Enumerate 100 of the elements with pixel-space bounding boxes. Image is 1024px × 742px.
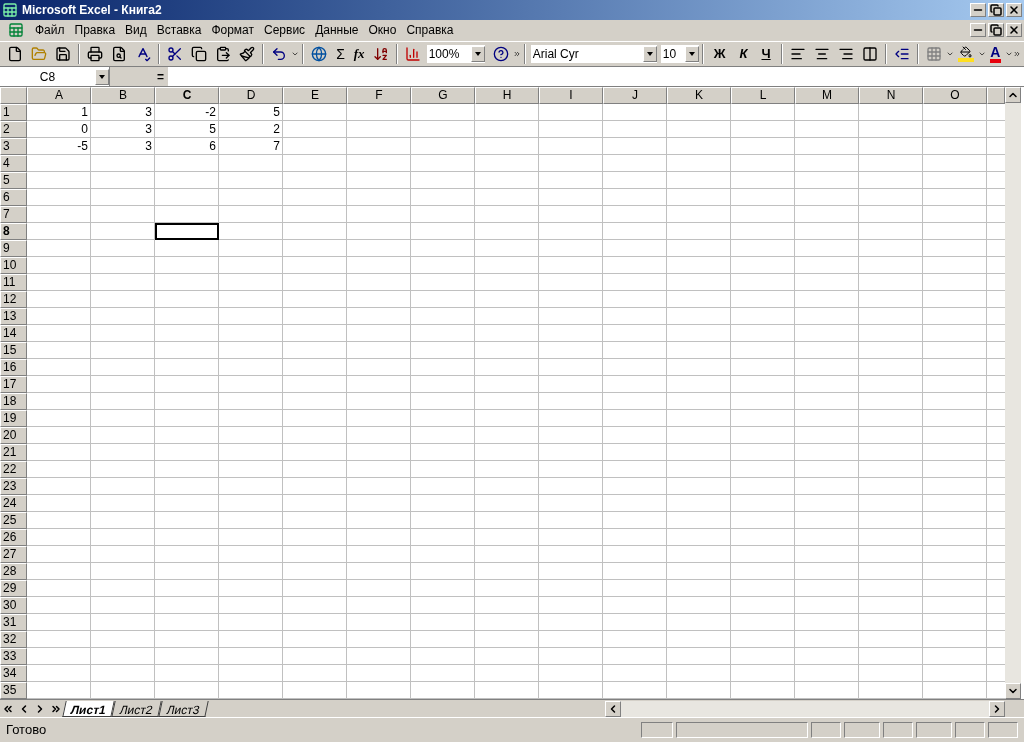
- row-header[interactable]: 3: [0, 138, 27, 156]
- menu-item[interactable]: Правка: [69, 21, 121, 40]
- sum-button[interactable]: Σ: [331, 43, 350, 65]
- sort-icon[interactable]: [372, 46, 389, 63]
- menu-item[interactable]: Данные: [310, 21, 364, 40]
- workbook-icon[interactable]: [8, 22, 24, 39]
- minimize-button[interactable]: [970, 23, 986, 38]
- globe-icon[interactable]: [311, 46, 328, 63]
- row-header[interactable]: 25: [0, 512, 27, 530]
- row-header[interactable]: 18: [0, 393, 27, 411]
- scroll-right-button[interactable]: [989, 700, 1005, 717]
- bold-button[interactable]: Ж: [706, 44, 733, 64]
- menu-item[interactable]: Файл: [30, 21, 70, 40]
- column-header[interactable]: G: [411, 87, 475, 105]
- row-header[interactable]: 23: [0, 478, 27, 496]
- menu-item[interactable]: Формат: [206, 21, 260, 40]
- column-header[interactable]: K: [667, 87, 731, 105]
- row-header[interactable]: 6: [0, 189, 27, 207]
- row-header[interactable]: 12: [0, 291, 27, 309]
- zoom-dropdown[interactable]: 100%: [426, 45, 485, 64]
- menu-item[interactable]: Справка: [401, 21, 459, 40]
- column-header[interactable]: M: [795, 87, 859, 105]
- select-all-corner[interactable]: [0, 87, 27, 105]
- function-icon[interactable]: fx: [349, 44, 369, 64]
- font-dropdown[interactable]: Arial Cyr: [530, 45, 657, 64]
- row-header[interactable]: 32: [0, 631, 27, 649]
- save-icon[interactable]: [55, 46, 71, 63]
- row-header[interactable]: 9: [0, 240, 27, 258]
- row-header[interactable]: 5: [0, 172, 27, 190]
- row-header[interactable]: 34: [0, 665, 27, 683]
- chart-icon[interactable]: [404, 46, 421, 63]
- row-header[interactable]: 16: [0, 359, 27, 377]
- print-preview-icon[interactable]: [111, 46, 127, 63]
- row-header[interactable]: 15: [0, 342, 27, 360]
- italic-button[interactable]: К: [732, 44, 755, 64]
- underline-button[interactable]: Ч: [754, 44, 778, 64]
- restore-button[interactable]: [988, 23, 1004, 38]
- sheet-tab[interactable]: Лист2: [111, 700, 162, 717]
- row-header[interactable]: 11: [0, 274, 27, 292]
- row-header[interactable]: 17: [0, 376, 27, 394]
- row-header[interactable]: 2: [0, 121, 27, 139]
- column-header[interactable]: I: [539, 87, 603, 105]
- row-header[interactable]: 33: [0, 648, 27, 666]
- font-size-dropdown[interactable]: 10: [660, 45, 699, 64]
- column-header[interactable]: J: [603, 87, 667, 105]
- paste-icon[interactable]: [215, 46, 231, 63]
- column-header[interactable]: A: [27, 87, 91, 105]
- column-header[interactable]: H: [475, 87, 539, 105]
- row-header[interactable]: 24: [0, 495, 27, 513]
- row-header[interactable]: 30: [0, 597, 27, 615]
- scroll-down-button[interactable]: [1005, 683, 1021, 700]
- row-header[interactable]: 19: [0, 410, 27, 428]
- row-header[interactable]: 35: [0, 682, 27, 700]
- row-header[interactable]: 20: [0, 427, 27, 445]
- column-header[interactable]: [987, 87, 1005, 105]
- undo-icon[interactable]: [271, 46, 287, 63]
- row-header[interactable]: 4: [0, 155, 27, 173]
- row-header[interactable]: 29: [0, 580, 27, 598]
- help-icon[interactable]: [492, 46, 509, 63]
- sheet-tab[interactable]: Лист1: [62, 700, 115, 717]
- column-header[interactable]: O: [923, 87, 987, 105]
- row-header[interactable]: 8: [0, 223, 27, 241]
- row-header[interactable]: 27: [0, 546, 27, 564]
- fill-color-icon[interactable]: [957, 46, 974, 63]
- printer-icon[interactable]: [87, 46, 103, 63]
- column-header[interactable]: C: [155, 87, 219, 105]
- close-button[interactable]: [1006, 2, 1022, 17]
- row-header[interactable]: 21: [0, 444, 27, 462]
- sheet-tab[interactable]: Лист3: [158, 700, 209, 717]
- table-cell: 1: [27, 104, 91, 122]
- row-header[interactable]: 7: [0, 206, 27, 224]
- column-header[interactable]: L: [731, 87, 795, 105]
- column-header[interactable]: D: [219, 87, 283, 105]
- column-header[interactable]: E: [283, 87, 347, 105]
- row-header[interactable]: 10: [0, 257, 27, 275]
- row-header[interactable]: 26: [0, 529, 27, 547]
- restore-button[interactable]: [988, 2, 1004, 17]
- scroll-left-button[interactable]: [605, 700, 621, 717]
- new-file-icon[interactable]: [7, 46, 23, 63]
- row-header[interactable]: 31: [0, 614, 27, 632]
- menu-item[interactable]: Окно: [363, 21, 402, 40]
- row-header[interactable]: 14: [0, 325, 27, 343]
- menu-item[interactable]: Сервис: [259, 21, 311, 40]
- row-header[interactable]: 28: [0, 563, 27, 581]
- minimize-button[interactable]: [970, 2, 986, 17]
- spell-check-icon[interactable]: [135, 46, 151, 63]
- copy-icon[interactable]: [191, 46, 207, 63]
- row-header[interactable]: 13: [0, 308, 27, 326]
- close-button[interactable]: [1006, 23, 1022, 38]
- merge-cells-icon[interactable]: [861, 46, 878, 63]
- scissors-icon[interactable]: [167, 46, 183, 63]
- paintbrush-icon[interactable]: [239, 46, 255, 63]
- column-header[interactable]: N: [859, 87, 923, 105]
- menu-item[interactable]: Вид: [120, 21, 152, 40]
- menu-item[interactable]: Вставка: [151, 21, 207, 40]
- scroll-up-button[interactable]: [1005, 87, 1021, 104]
- column-header[interactable]: F: [347, 87, 411, 105]
- row-header[interactable]: 22: [0, 461, 27, 479]
- column-header[interactable]: B: [91, 87, 155, 105]
- row-header[interactable]: 1: [0, 104, 27, 122]
